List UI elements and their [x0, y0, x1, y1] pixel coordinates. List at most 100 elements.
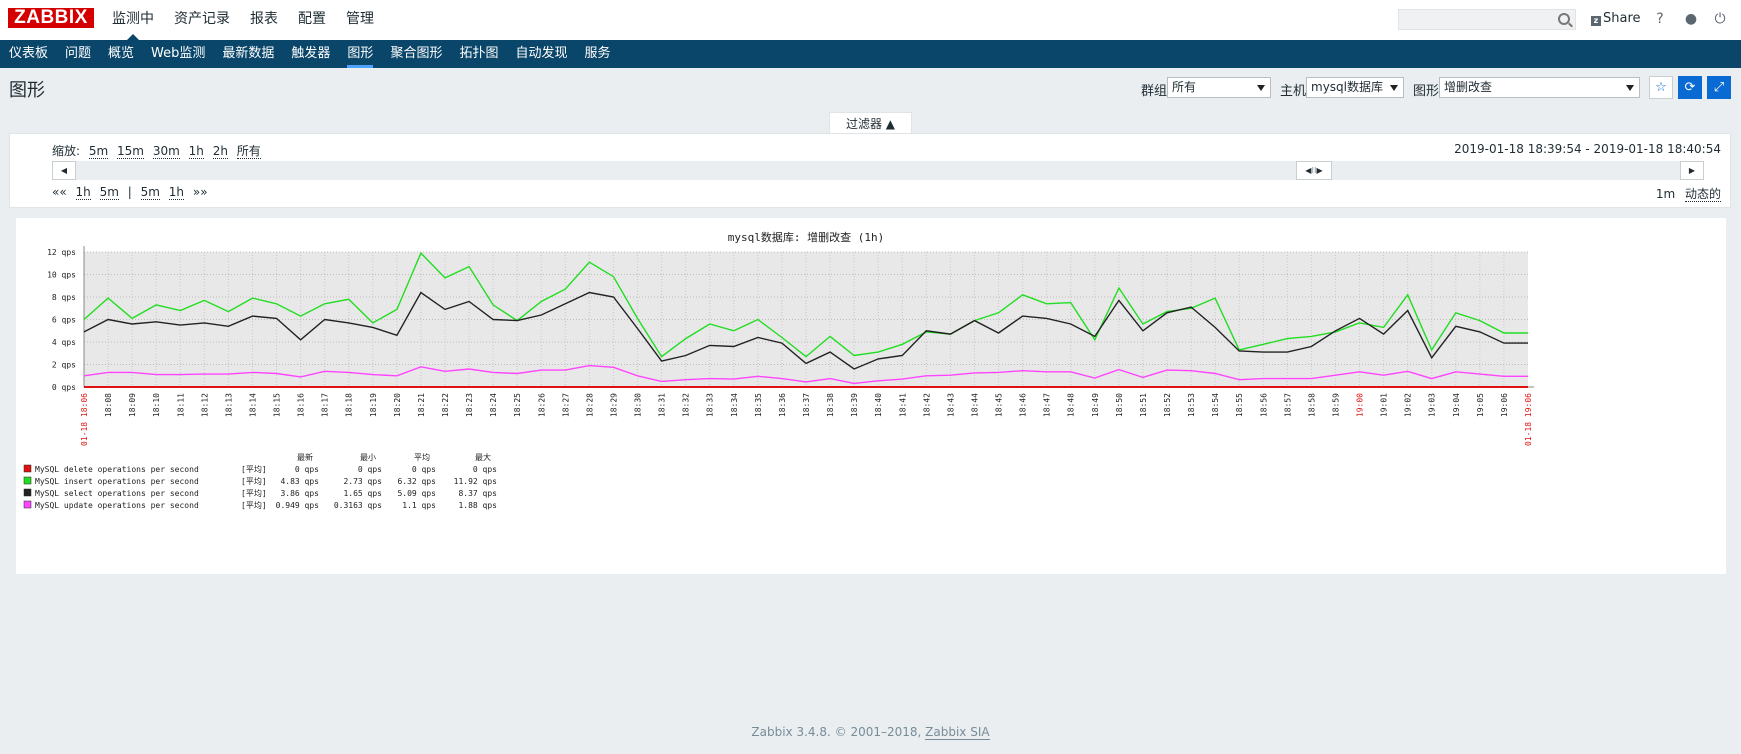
- fullscreen-icon: ⤢: [1713, 80, 1725, 95]
- fullscreen-button[interactable]: ⤢: [1707, 76, 1731, 99]
- nav-graphs[interactable]: 图形: [338, 40, 381, 68]
- x-tick-label: 18:24: [489, 393, 498, 417]
- add-favorite-button[interactable]: ☆: [1649, 76, 1673, 99]
- legend-max: 8.37 qps: [458, 489, 497, 498]
- x-tick-label: 18:39: [850, 393, 859, 417]
- nav-maps[interactable]: 拓扑图: [450, 40, 506, 68]
- user-profile-icon[interactable]: ●: [1681, 9, 1701, 29]
- x-tick-label: 18:11: [176, 393, 185, 417]
- x-tick-label: 18:25: [513, 393, 522, 417]
- legend-tag: [平均]: [241, 464, 267, 474]
- nav-separator: |: [127, 185, 132, 199]
- back-label[interactable]: ««: [52, 185, 67, 199]
- graph-select[interactable]: 增删改查: [1439, 77, 1640, 98]
- time-scrollbar[interactable]: ◀ ◀⁝⁝▶ ▶: [52, 161, 1704, 180]
- nav-overview[interactable]: 概览: [99, 40, 142, 68]
- host-select[interactable]: mysql数据库: [1306, 77, 1404, 98]
- x-tick-label: 18:32: [682, 393, 691, 417]
- x-tick-label: 18:53: [1187, 393, 1196, 417]
- zoom-all[interactable]: 所有: [236, 144, 261, 159]
- legend-name: MySQL delete operations per second: [35, 465, 199, 474]
- legend-tag: [平均]: [241, 500, 267, 510]
- main-nav: 仪表板 问题 概览 Web监测 最新数据 触发器 图形 聚合图形 拓扑图 自动发…: [0, 40, 1741, 68]
- x-tick-label: 18:27: [561, 393, 570, 417]
- fwd-1h[interactable]: 1h: [168, 185, 185, 200]
- filter-tab[interactable]: 过滤器 ▲: [829, 112, 912, 134]
- nav-services[interactable]: 服务: [575, 40, 618, 68]
- legend-max: 11.92 qps: [454, 477, 498, 486]
- x-tick-label: 18:42: [922, 393, 931, 417]
- top-menu: 监测中 资产记录 报表 配置 管理: [102, 0, 384, 41]
- x-tick-label: 18:08: [104, 393, 113, 417]
- zoom-30m[interactable]: 30m: [152, 144, 180, 159]
- x-tick-label: 18:57: [1283, 393, 1292, 417]
- top-menu-administration[interactable]: 管理: [336, 0, 384, 40]
- share-link[interactable]: z Share: [1591, 11, 1641, 26]
- back-5m[interactable]: 5m: [99, 185, 119, 200]
- legend-name: MySQL select operations per second: [35, 489, 199, 498]
- x-tick-label: 18:19: [369, 393, 378, 417]
- legend-avg: 5.09 qps: [397, 489, 436, 498]
- nav-triggers[interactable]: 触发器: [282, 40, 338, 68]
- legend-name: MySQL update operations per second: [35, 501, 199, 510]
- x-tick-label: 19:04: [1452, 393, 1461, 417]
- filter-panel: 缩放: 5m 15m 30m 1h 2h 所有 2019-01-18 18:39…: [9, 133, 1731, 208]
- footer-link[interactable]: Zabbix SIA: [925, 725, 990, 740]
- group-select[interactable]: 所有: [1167, 77, 1271, 98]
- graph-panel: mysql数据库: 增删改查 (1h) 0 qps 2 qps 4 qps 6 qps 8…: [16, 218, 1726, 574]
- scroll-left-button[interactable]: ◀: [52, 161, 76, 180]
- x-tick-label: 18:31: [658, 393, 667, 417]
- x-tick-label: 18:56: [1259, 393, 1268, 417]
- fwd-label[interactable]: »»: [193, 185, 208, 199]
- x-tick-label: 18:49: [1091, 393, 1100, 417]
- top-menu-reports[interactable]: 报表: [240, 0, 288, 40]
- zabbix-logo[interactable]: ZABBIX: [8, 8, 94, 28]
- logout-icon[interactable]: ⏻: [1710, 9, 1730, 29]
- x-tick-label: 18:37: [802, 393, 811, 417]
- fwd-5m[interactable]: 5m: [140, 185, 160, 200]
- zoom-5m[interactable]: 5m: [88, 144, 109, 159]
- search-input[interactable]: [1399, 10, 1557, 29]
- page-title: 图形: [9, 80, 45, 101]
- legend-header: 平均: [414, 452, 430, 462]
- legend-tag: [平均]: [241, 488, 267, 498]
- zoom-1h[interactable]: 1h: [188, 144, 204, 159]
- top-menu-configuration[interactable]: 配置: [288, 0, 336, 40]
- x-tick-label: 18:15: [273, 393, 282, 417]
- zoom-15m[interactable]: 15m: [117, 144, 144, 159]
- nav-discovery[interactable]: 自动发现: [506, 40, 575, 68]
- nav-web[interactable]: Web监测: [142, 40, 213, 68]
- legend-min: 0.3163 qps: [334, 501, 382, 510]
- share-label: Share: [1603, 11, 1641, 26]
- zoom-2h[interactable]: 2h: [212, 144, 228, 159]
- x-tick-label: 18:14: [248, 393, 257, 417]
- scroll-handle[interactable]: ◀⁝⁝▶: [1296, 161, 1332, 180]
- x-tick-label: 18:36: [778, 393, 787, 417]
- legend-min: 0 qps: [358, 465, 382, 474]
- y-tick-label: 4 qps: [52, 338, 76, 347]
- x-tick-label: 18:28: [585, 393, 594, 417]
- graph-chart[interactable]: mysql数据库: 增删改查 (1h) 0 qps 2 qps 4 qps 6 qps 8…: [16, 218, 1726, 574]
- search-icon[interactable]: [1558, 13, 1570, 25]
- x-tick-label: 18:47: [1043, 393, 1052, 417]
- top-menu-inventory[interactable]: 资产记录: [164, 0, 240, 40]
- period-status: 1m 动态的: [1656, 185, 1721, 202]
- legend-swatch: [23, 500, 32, 509]
- scroll-right-button[interactable]: ▶: [1680, 161, 1704, 180]
- nav-dashboard[interactable]: 仪表板: [0, 40, 56, 68]
- nav-problems[interactable]: 问题: [56, 40, 99, 68]
- x-tick-label: 18:21: [417, 393, 426, 417]
- dynamic-toggle[interactable]: 动态的: [1684, 187, 1721, 202]
- x-tick-label: 18:35: [754, 393, 763, 417]
- top-menu-monitoring[interactable]: 监测中: [102, 0, 164, 41]
- nav-screens[interactable]: 聚合图形: [381, 40, 450, 68]
- help-icon[interactable]: ?: [1650, 9, 1670, 29]
- refresh-button[interactable]: ⟳: [1678, 76, 1702, 99]
- legend-avg: 6.32 qps: [397, 477, 436, 486]
- x-tick-label: 19:06: [1500, 393, 1509, 417]
- x-tick-label: 18:58: [1307, 393, 1316, 417]
- back-1h[interactable]: 1h: [75, 185, 91, 200]
- nav-latest-data[interactable]: 最新数据: [213, 40, 282, 68]
- x-end-label: 01-18 19:06: [1524, 393, 1533, 446]
- x-tick-label: 18:38: [826, 393, 835, 417]
